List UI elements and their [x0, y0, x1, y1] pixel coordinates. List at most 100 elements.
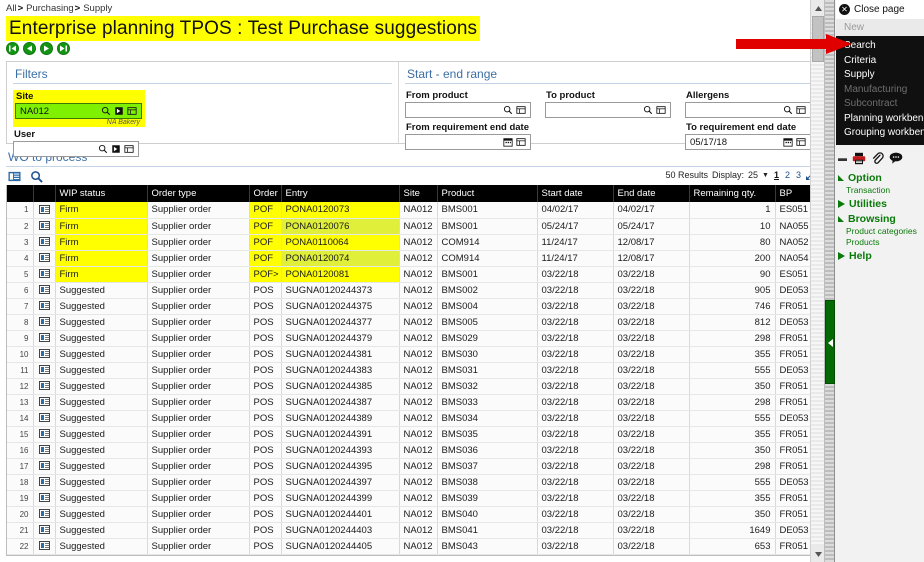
table-row[interactable]: 22 Suggested Supplier order POS SUGNA0120244… [7, 538, 817, 555]
col-header-order-type[interactable]: Order type [147, 185, 250, 202]
row-detail-icon[interactable] [33, 282, 56, 299]
cell-remaining-qty[interactable]: 555 [689, 474, 776, 491]
cell-entry[interactable]: SUGNA0120244405 [281, 538, 400, 555]
cell-product[interactable]: BMS038 [437, 474, 538, 491]
cell-entry[interactable]: SUGNA0120244373 [281, 282, 400, 299]
cell-order[interactable]: POF [249, 250, 282, 267]
cell-order-type[interactable]: Supplier order [147, 314, 250, 331]
cell-order-type[interactable]: Supplier order [147, 522, 250, 539]
cell-wip-status[interactable]: Suggested [55, 474, 148, 491]
col-header-wip-status[interactable]: WIP status [55, 185, 148, 202]
selection-icon[interactable] [796, 105, 806, 115]
search-icon[interactable] [643, 105, 653, 115]
cell-product[interactable]: BMS001 [437, 202, 538, 219]
table-row[interactable]: 18 Suggested Supplier order POS SUGNA0120244… [7, 474, 817, 491]
menu-item-planning-workbench[interactable]: Planning workbench [844, 112, 924, 127]
cell-start-date[interactable]: 03/22/18 [537, 298, 614, 315]
group-header-help[interactable]: Help [838, 250, 922, 262]
cell-remaining-qty[interactable]: 905 [689, 282, 776, 299]
cell-wip-status[interactable]: Firm [55, 250, 148, 267]
row-detail-icon[interactable] [33, 314, 56, 331]
menu-item-criteria[interactable]: Criteria [844, 54, 922, 69]
cell-order[interactable]: POS [249, 378, 282, 395]
cell-wip-status[interactable]: Suggested [55, 330, 148, 347]
row-detail-icon[interactable] [33, 426, 56, 443]
scroll-up-icon[interactable] [811, 0, 824, 16]
cell-product[interactable]: BMS031 [437, 362, 538, 379]
selection-icon[interactable] [796, 137, 806, 147]
cell-wip-status[interactable]: Suggested [55, 490, 148, 507]
cell-start-date[interactable]: 03/22/18 [537, 346, 614, 363]
table-row[interactable]: 17 Suggested Supplier order POS SUGNA0120244… [7, 458, 817, 475]
cell-site[interactable]: NA012 [399, 378, 438, 395]
cell-site[interactable]: NA012 [399, 218, 438, 235]
table-row[interactable]: 14 Suggested Supplier order POS SUGNA0120244… [7, 410, 817, 427]
cell-entry[interactable]: SUGNA0120244379 [281, 330, 400, 347]
cell-remaining-qty[interactable]: 90 [689, 266, 776, 283]
group-item-product-categories[interactable]: Product categories [838, 225, 922, 236]
breadcrumb-item-all[interactable]: All [6, 3, 17, 14]
to-product-input[interactable] [545, 102, 671, 118]
calendar-icon[interactable] [503, 137, 513, 147]
cell-start-date[interactable]: 03/22/18 [537, 314, 614, 331]
cell-site[interactable]: NA012 [399, 538, 438, 555]
table-row[interactable]: 15 Suggested Supplier order POS SUGNA0120244… [7, 426, 817, 443]
cell-remaining-qty[interactable]: 355 [689, 426, 776, 443]
previous-record-icon[interactable] [23, 42, 36, 55]
cell-order-type[interactable]: Supplier order [147, 282, 250, 299]
row-detail-icon[interactable] [33, 298, 56, 315]
cell-start-date[interactable]: 03/22/18 [537, 538, 614, 555]
group-header-option[interactable]: Option [838, 172, 922, 184]
cell-order-type[interactable]: Supplier order [147, 378, 250, 395]
cell-start-date[interactable]: 03/22/18 [537, 506, 614, 523]
group-header-utilities[interactable]: Utilities [838, 198, 922, 210]
row-detail-icon[interactable] [33, 490, 56, 507]
search-icon[interactable] [783, 105, 793, 115]
cell-site[interactable]: NA012 [399, 250, 438, 267]
row-detail-icon[interactable] [33, 234, 56, 251]
row-detail-icon[interactable] [33, 410, 56, 427]
cell-product[interactable]: BMS039 [437, 490, 538, 507]
cell-site[interactable]: NA012 [399, 362, 438, 379]
row-detail-icon[interactable] [33, 378, 56, 395]
cell-remaining-qty[interactable]: 746 [689, 298, 776, 315]
selection-icon[interactable] [656, 105, 666, 115]
table-row[interactable]: 2 Firm Supplier order POF PONA0120076 NA012 BM… [7, 218, 817, 235]
cell-remaining-qty[interactable]: 653 [689, 538, 776, 555]
cell-site[interactable]: NA012 [399, 346, 438, 363]
cell-remaining-qty[interactable]: 555 [689, 410, 776, 427]
first-record-icon[interactable] [6, 42, 19, 55]
cell-end-date[interactable]: 12/08/17 [613, 250, 690, 267]
display-value[interactable]: 25 [748, 170, 758, 180]
cell-wip-status[interactable]: Firm [55, 218, 148, 235]
cell-end-date[interactable]: 03/22/18 [613, 394, 690, 411]
cell-order[interactable]: POF> [249, 266, 282, 283]
col-header-entry[interactable]: Entry [281, 185, 400, 202]
cell-end-date[interactable]: 03/22/18 [613, 458, 690, 475]
cell-order[interactable]: POF [249, 202, 282, 219]
cell-end-date[interactable]: 03/22/18 [613, 506, 690, 523]
row-detail-icon[interactable] [33, 330, 56, 347]
cell-product[interactable]: BMS002 [437, 282, 538, 299]
attachment-icon[interactable] [871, 151, 884, 165]
tunnel-icon[interactable] [114, 106, 124, 116]
cell-order[interactable]: POF [249, 218, 282, 235]
cell-site[interactable]: NA012 [399, 410, 438, 427]
cell-start-date[interactable]: 05/24/17 [537, 218, 614, 235]
cell-site[interactable]: NA012 [399, 394, 438, 411]
col-header-product[interactable]: Product [437, 185, 538, 202]
cell-order[interactable]: POS [249, 314, 282, 331]
cell-product[interactable]: BMS032 [437, 378, 538, 395]
cell-remaining-qty[interactable]: 812 [689, 314, 776, 331]
table-row[interactable]: 5 Firm Supplier order POF> PONA0120081 NA012 B… [7, 266, 817, 283]
group-header-browsing[interactable]: Browsing [838, 213, 922, 225]
cell-order-type[interactable]: Supplier order [147, 410, 250, 427]
selection-icon[interactable] [127, 106, 137, 116]
selection-icon[interactable] [516, 105, 526, 115]
cell-product[interactable]: BMS033 [437, 394, 538, 411]
breadcrumb-item-supply[interactable]: Supply [83, 3, 112, 14]
table-row[interactable]: 20 Suggested Supplier order POS SUGNA0120244… [7, 506, 817, 523]
cell-end-date[interactable]: 03/22/18 [613, 410, 690, 427]
cell-remaining-qty[interactable]: 350 [689, 442, 776, 459]
cell-product[interactable]: BMS035 [437, 426, 538, 443]
